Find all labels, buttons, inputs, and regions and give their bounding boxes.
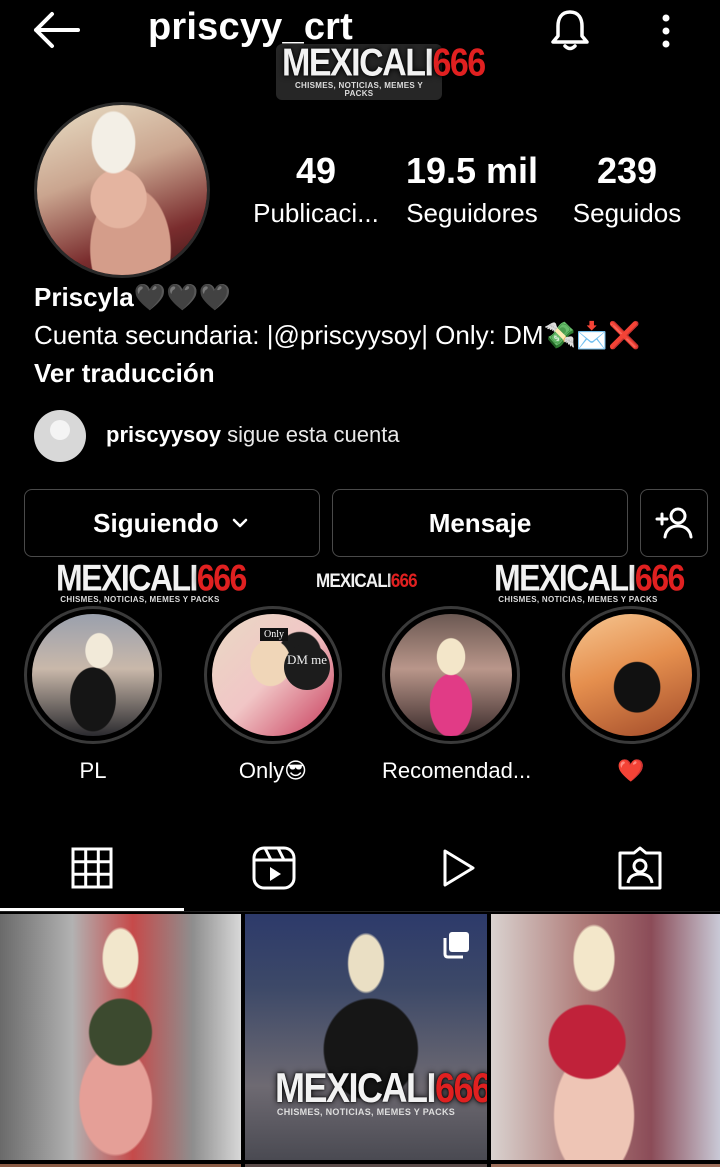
profile-bio: Priscyla🖤🖤🖤 Cuenta secundaria: |@priscyy…: [34, 278, 714, 392]
posts-grid: MEXICALI666 CHISMES, NOTICIAS, MEMES Y P…: [0, 914, 720, 1167]
more-options-button[interactable]: [648, 6, 684, 54]
bio-emojis: 💸📩❌: [543, 320, 641, 350]
highlight-label: PL: [79, 758, 107, 783]
posts-label: Publicaci...: [253, 198, 379, 228]
bell-icon: [551, 10, 589, 51]
highlight-cover: [32, 614, 154, 736]
highlight-ring: Only DM me: [204, 606, 342, 744]
carousel-icon: [443, 932, 469, 959]
watermark-logo: MEXICALI666: [316, 569, 418, 592]
watermark-logo: MEXICALI666 CHISMES, NOTICIAS, MEMES Y P…: [494, 557, 685, 604]
followed-by-row[interactable]: priscyysoy sigue esta cuenta: [34, 408, 634, 464]
tabs-divider: [0, 911, 720, 912]
name-emojis: 🖤🖤🖤: [133, 282, 231, 312]
follower-avatar: [34, 410, 86, 462]
highlight-cover: [390, 614, 512, 736]
tab-tagged[interactable]: [550, 828, 720, 908]
stat-following[interactable]: 239 Seguidos: [562, 150, 692, 229]
reels-icon: [252, 846, 296, 890]
display-name: Priscyla: [34, 282, 134, 312]
message-button[interactable]: Mensaje: [332, 489, 628, 557]
watermark-logo: MEXICALI666 CHISMES, NOTICIAS, MEMES Y P…: [276, 43, 486, 100]
following-label: Seguidos: [572, 198, 682, 228]
chevron-down-icon: [232, 518, 248, 528]
play-icon: [443, 849, 475, 887]
watermark-logo: MEXICALI666 CHISMES, NOTICIAS, MEMES Y P…: [275, 1063, 487, 1117]
post-thumbnail[interactable]: [491, 914, 720, 1160]
highlight-ring: [562, 606, 700, 744]
highlight-only[interactable]: Only DM me Only😎: [204, 606, 342, 784]
notifications-button[interactable]: [546, 6, 594, 54]
followed-by-text: priscyysoy sigue esta cuenta: [106, 422, 400, 447]
see-translation-link[interactable]: Ver traducción: [34, 354, 714, 392]
highlight-ring: [382, 606, 520, 744]
tab-videos[interactable]: [368, 828, 548, 908]
tab-reels[interactable]: [184, 828, 364, 908]
follower-username: priscyysoy: [106, 422, 221, 447]
following-button[interactable]: Siguiendo: [24, 489, 320, 557]
profile-avatar[interactable]: [34, 102, 210, 278]
followers-label: Seguidores: [406, 198, 538, 228]
highlight-cover: Only DM me: [212, 614, 334, 736]
bio-text: Cuenta secundaria: |@priscyysoy| Only: D…: [34, 320, 544, 350]
highlight-label: Recomendad...: [382, 758, 532, 783]
highlight-recomendados[interactable]: Recomendad...: [382, 606, 532, 784]
highlight-ring: [24, 606, 162, 744]
profile-tabs: [0, 828, 720, 912]
highlight-heart[interactable]: ❤️: [562, 606, 700, 784]
following-count: 239: [596, 150, 658, 191]
add-person-icon: [655, 507, 693, 539]
highlight-pl[interactable]: PL: [24, 606, 162, 784]
grid-icon: [71, 847, 113, 889]
stat-posts[interactable]: 49 Publicaci...: [246, 150, 386, 229]
avatar-photo: [37, 105, 207, 275]
posts-count: 49: [295, 150, 337, 191]
suggest-people-button[interactable]: [640, 489, 708, 557]
post-thumbnail[interactable]: MEXICALI666 CHISMES, NOTICIAS, MEMES Y P…: [245, 914, 487, 1160]
back-arrow-icon: [34, 12, 80, 48]
dm-me-sticker: DM me: [284, 644, 330, 690]
back-button[interactable]: [28, 8, 84, 52]
highlight-label: Only😎: [238, 758, 308, 783]
more-vertical-icon: [662, 14, 670, 48]
only-sticker: Only: [260, 628, 288, 641]
followers-count: 19.5 mil: [405, 150, 539, 191]
tagged-person-icon: [618, 846, 662, 890]
post-thumbnail[interactable]: [0, 914, 241, 1160]
highlight-cover: [570, 614, 692, 736]
following-label: Siguiendo: [93, 507, 219, 538]
watermark-logo: MEXICALI666 CHISMES, NOTICIAS, MEMES Y P…: [56, 557, 247, 604]
message-label: Mensaje: [428, 507, 532, 538]
stat-followers[interactable]: 19.5 mil Seguidores: [398, 150, 546, 229]
tab-posts[interactable]: [2, 828, 182, 908]
highlight-label: ❤️: [617, 758, 645, 783]
